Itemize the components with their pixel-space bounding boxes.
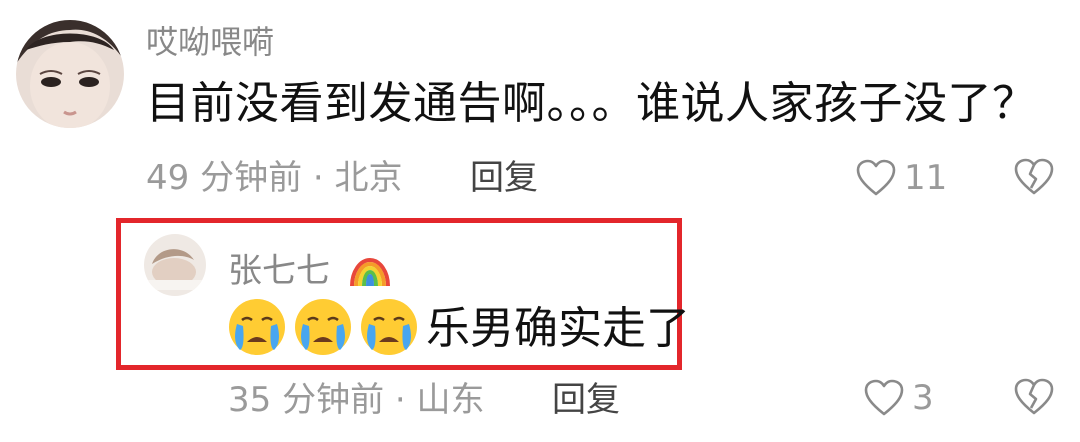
- broken-heart-icon: [1014, 158, 1054, 195]
- like-button[interactable]: 11: [856, 156, 947, 200]
- reply-time-location: 35 分钟前 · 山东: [228, 380, 485, 420]
- reply-text: 乐男确实走了: [426, 303, 690, 354]
- rainbow-emoji: [347, 246, 393, 299]
- reply-button[interactable]: 回复: [470, 156, 538, 200]
- crying-face-emoji: [226, 296, 288, 362]
- dislike-button[interactable]: [1014, 378, 1054, 420]
- like-count: 11: [904, 158, 948, 198]
- like-count: 3: [912, 378, 934, 418]
- reply-content: 乐男确实走了: [226, 296, 690, 362]
- like-button[interactable]: 3: [864, 376, 934, 420]
- broken-heart-icon: [1014, 378, 1054, 415]
- comment-text: 目前没看到发通告啊。。。谁说人家孩子没了？: [146, 78, 1037, 129]
- reply-button[interactable]: 回复: [552, 378, 620, 422]
- dislike-button[interactable]: [1014, 158, 1054, 200]
- reply-avatar[interactable]: [144, 234, 206, 296]
- comment-thread: 哎呦喂嗬 目前没看到发通告啊。。。谁说人家孩子没了？ 49 分钟前 · 北京 回…: [0, 0, 1080, 442]
- reply-username[interactable]: 张七七: [228, 246, 393, 299]
- heart-icon: [856, 159, 896, 196]
- reply-username-text: 张七七: [228, 251, 330, 291]
- crying-face-emoji: [358, 296, 420, 362]
- avatar-image: [16, 20, 124, 128]
- comment-time-location: 49 分钟前 · 北京: [146, 158, 403, 198]
- comment-username[interactable]: 哎呦喂嗬: [146, 20, 274, 64]
- crying-face-emoji: [292, 296, 354, 362]
- heart-icon: [864, 379, 904, 416]
- avatar[interactable]: [16, 20, 124, 128]
- avatar-image: [144, 234, 206, 296]
